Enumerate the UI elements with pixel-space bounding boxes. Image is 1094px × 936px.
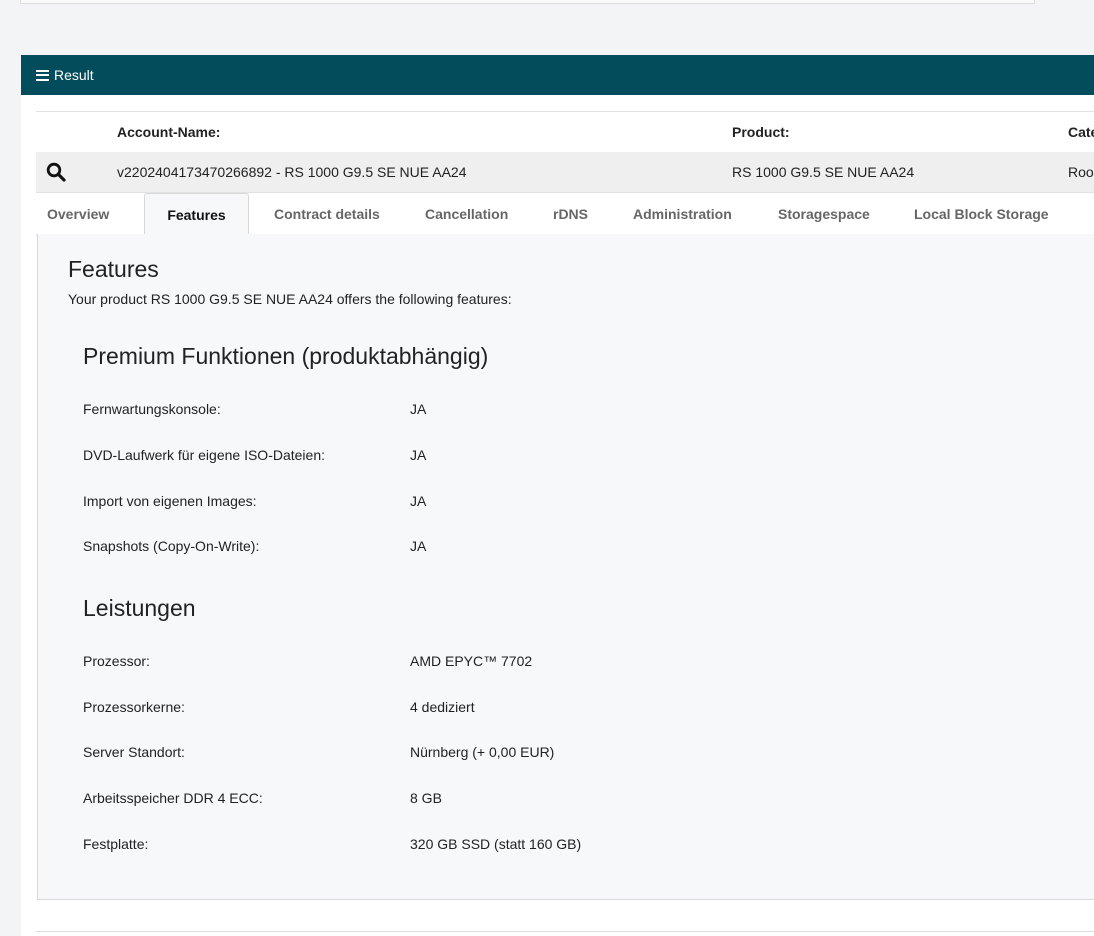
feature-value: Nürnberg (+ 0,00 EUR) xyxy=(410,744,555,760)
divider xyxy=(36,931,1094,932)
feature-label: Fernwartungskonsole: xyxy=(83,401,221,417)
row-category: Roo xyxy=(1068,164,1094,180)
feature-label: Arbeitsspeicher DDR 4 ECC: xyxy=(83,790,263,806)
row-product: RS 1000 G9.5 SE NUE AA24 xyxy=(732,164,915,180)
result-title: Result xyxy=(54,67,94,83)
tab-local-block-storage[interactable]: Local Block Storage xyxy=(914,193,1049,235)
tab-cancellation[interactable]: Cancellation xyxy=(425,193,508,235)
feature-label: Snapshots (Copy-On-Write): xyxy=(83,538,260,554)
feature-value: JA xyxy=(410,401,427,417)
header-product: Product: xyxy=(732,124,790,140)
section-title-leistungen: Leistungen xyxy=(83,595,196,621)
tab-contract-details[interactable]: Contract details xyxy=(274,193,380,235)
tab-features[interactable]: Features xyxy=(144,193,249,237)
row-account-name: v2202404173470266892 - RS 1000 G9.5 SE N… xyxy=(117,164,467,180)
result-header-bar: Result xyxy=(21,55,1094,95)
table-row[interactable]: v2202404173470266892 - RS 1000 G9.5 SE N… xyxy=(36,152,1094,193)
feature-value: 4 dediziert xyxy=(410,699,475,715)
feature-label: Festplatte: xyxy=(83,836,149,852)
feature-label: DVD-Laufwerk für eigene ISO-Dateien: xyxy=(83,447,325,463)
feature-label: Prozessor: xyxy=(83,653,150,669)
tab-overview[interactable]: Overview xyxy=(47,193,109,235)
feature-value: AMD EPYC™ 7702 xyxy=(410,653,533,669)
features-intro: Your product RS 1000 G9.5 SE NUE AA24 of… xyxy=(68,291,512,307)
header-category: Cate xyxy=(1068,124,1094,140)
list-icon xyxy=(36,69,49,81)
feature-label: Server Standort: xyxy=(83,744,185,760)
tab-storagespace[interactable]: Storagespace xyxy=(778,193,870,235)
search-icon[interactable] xyxy=(46,162,66,182)
result-panel: Account-Name: Product: Cate v22024041734… xyxy=(21,95,1094,936)
feature-value: JA xyxy=(410,493,427,509)
feature-value: JA xyxy=(410,538,427,554)
feature-value: 320 GB SSD (statt 160 GB) xyxy=(410,836,582,852)
feature-value: JA xyxy=(410,447,427,463)
tab-rdns[interactable]: rDNS xyxy=(553,193,588,235)
tab-administration[interactable]: Administration xyxy=(633,193,732,235)
previous-panel-edge xyxy=(20,0,1035,4)
header-account-name: Account-Name: xyxy=(117,124,221,140)
feature-value: 8 GB xyxy=(410,790,442,806)
feature-label: Prozessorkerne: xyxy=(83,699,185,715)
section-title-premium: Premium Funktionen (produktabhängig) xyxy=(83,343,489,369)
features-content: Features Your product RS 1000 G9.5 SE NU… xyxy=(37,234,1094,900)
page-title: Features xyxy=(68,256,159,282)
tab-bar: Overview Features Contract details Cance… xyxy=(36,193,1094,237)
table-header-row: Account-Name: Product: Cate xyxy=(36,111,1094,153)
feature-label: Import von eigenen Images: xyxy=(83,493,257,509)
